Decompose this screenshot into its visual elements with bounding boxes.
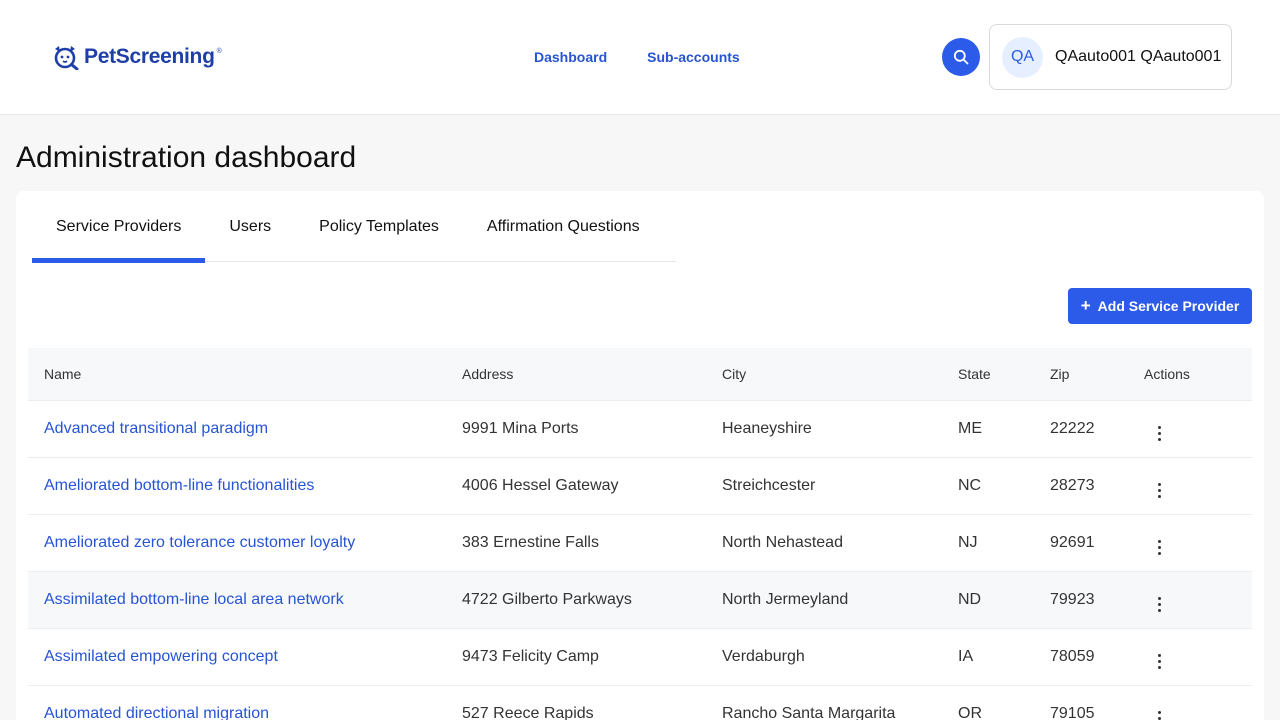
- table-header-row: Name Address City State Zip Actions: [28, 348, 1252, 401]
- table-row: Automated directional migration 527 Reec…: [28, 686, 1252, 720]
- tab-policy-templates[interactable]: Policy Templates: [295, 191, 463, 262]
- row-actions-kebab-icon[interactable]: [1154, 424, 1165, 443]
- provider-name-link[interactable]: Ameliorated zero tolerance customer loya…: [44, 534, 355, 551]
- search-button[interactable]: [942, 38, 980, 76]
- provider-name-link[interactable]: Advanced transitional paradigm: [44, 420, 268, 437]
- column-header-state[interactable]: State: [958, 366, 1050, 382]
- table-row: Assimilated bottom-line local area netwo…: [28, 572, 1252, 629]
- cell-address: 383 Ernestine Falls: [462, 534, 599, 551]
- cell-address: 9991 Mina Ports: [462, 420, 579, 437]
- cell-city: North Jermeyland: [722, 591, 849, 608]
- cell-state: NJ: [958, 534, 978, 551]
- cell-zip: 79923: [1050, 591, 1095, 608]
- provider-name-link[interactable]: Automated directional migration: [44, 705, 269, 720]
- service-providers-table: Name Address City State Zip Actions Adva…: [28, 348, 1252, 720]
- brand-registered-mark: ®: [216, 48, 222, 55]
- petscreening-logo[interactable]: PetScreening ®: [52, 42, 222, 72]
- row-actions-kebab-icon[interactable]: [1154, 481, 1165, 500]
- user-name: QAauto001 QAauto001: [1055, 48, 1222, 65]
- nav-subaccounts-link[interactable]: Sub-accounts: [647, 49, 740, 65]
- column-header-zip[interactable]: Zip: [1050, 366, 1144, 382]
- add-service-provider-button[interactable]: + Add Service Provider: [1068, 288, 1252, 324]
- nav-dashboard-link[interactable]: Dashboard: [534, 49, 607, 65]
- cell-city: North Nehastead: [722, 534, 843, 551]
- row-actions-kebab-icon[interactable]: [1154, 538, 1165, 557]
- tab-service-providers[interactable]: Service Providers: [32, 191, 206, 263]
- cell-address: 527 Reece Rapids: [462, 705, 594, 720]
- cell-city: Streichcester: [722, 477, 816, 494]
- cell-zip: 92691: [1050, 534, 1095, 551]
- cell-state: OR: [958, 705, 982, 720]
- tab-users[interactable]: Users: [205, 191, 295, 262]
- column-header-name[interactable]: Name: [28, 366, 462, 382]
- admin-card: Service Providers Users Policy Templates…: [16, 191, 1264, 720]
- provider-name-link[interactable]: Assimilated bottom-line local area netwo…: [44, 591, 344, 608]
- tab-label: Users: [229, 217, 272, 235]
- cell-state: NC: [958, 477, 982, 494]
- plus-icon: +: [1080, 295, 1091, 315]
- cell-zip: 79105: [1050, 705, 1095, 720]
- table-row: Ameliorated zero tolerance customer loya…: [28, 515, 1252, 572]
- top-navbar: PetScreening ® Dashboard Sub-accounts QA…: [0, 0, 1280, 115]
- cell-zip: 78059: [1050, 648, 1095, 665]
- provider-name-link[interactable]: Ameliorated bottom-line functionalities: [44, 477, 314, 494]
- page-title: Administration dashboard: [16, 141, 357, 174]
- cell-address: 9473 Felicity Camp: [462, 648, 599, 665]
- cell-zip: 22222: [1050, 420, 1095, 437]
- user-menu[interactable]: QA QAauto001 QAauto001: [989, 24, 1232, 90]
- cell-state: ME: [958, 420, 982, 437]
- cell-city: Heaneyshire: [722, 420, 812, 437]
- cell-address: 4006 Hessel Gateway: [462, 477, 619, 494]
- table-row: Assimilated empowering concept 9473 Feli…: [28, 629, 1252, 686]
- row-actions-kebab-icon[interactable]: [1154, 652, 1165, 671]
- table-row: Ameliorated bottom-line functionalities …: [28, 458, 1252, 515]
- provider-name-link[interactable]: Assimilated empowering concept: [44, 648, 278, 665]
- cell-state: ND: [958, 591, 982, 608]
- pet-logo-icon: [54, 46, 79, 70]
- cell-address: 4722 Gilberto Parkways: [462, 591, 632, 608]
- add-service-provider-label: Add Service Provider: [1097, 298, 1240, 314]
- tab-label: Policy Templates: [319, 217, 439, 235]
- tab-label: Affirmation Questions: [486, 217, 640, 235]
- table-row: Advanced transitional paradigm 9991 Mina…: [28, 401, 1252, 458]
- cell-zip: 28273: [1050, 477, 1095, 494]
- row-actions-kebab-icon[interactable]: [1154, 709, 1165, 720]
- column-header-city[interactable]: City: [722, 366, 958, 382]
- avatar: QA: [1002, 36, 1043, 78]
- main-nav: Dashboard Sub-accounts: [534, 49, 740, 65]
- tab-bar: Service Providers Users Policy Templates…: [32, 191, 676, 263]
- cell-city: Rancho Santa Margarita: [722, 705, 896, 720]
- cell-state: IA: [958, 648, 974, 665]
- column-header-address[interactable]: Address: [462, 366, 722, 382]
- tab-affirmation-questions[interactable]: Affirmation Questions: [463, 191, 664, 262]
- tab-label: Service Providers: [56, 217, 182, 235]
- row-actions-kebab-icon[interactable]: [1154, 595, 1165, 614]
- search-icon: [953, 49, 969, 65]
- brand-name: PetScreening: [84, 45, 215, 68]
- cell-city: Verdaburgh: [722, 648, 805, 665]
- column-header-actions: Actions: [1144, 366, 1190, 382]
